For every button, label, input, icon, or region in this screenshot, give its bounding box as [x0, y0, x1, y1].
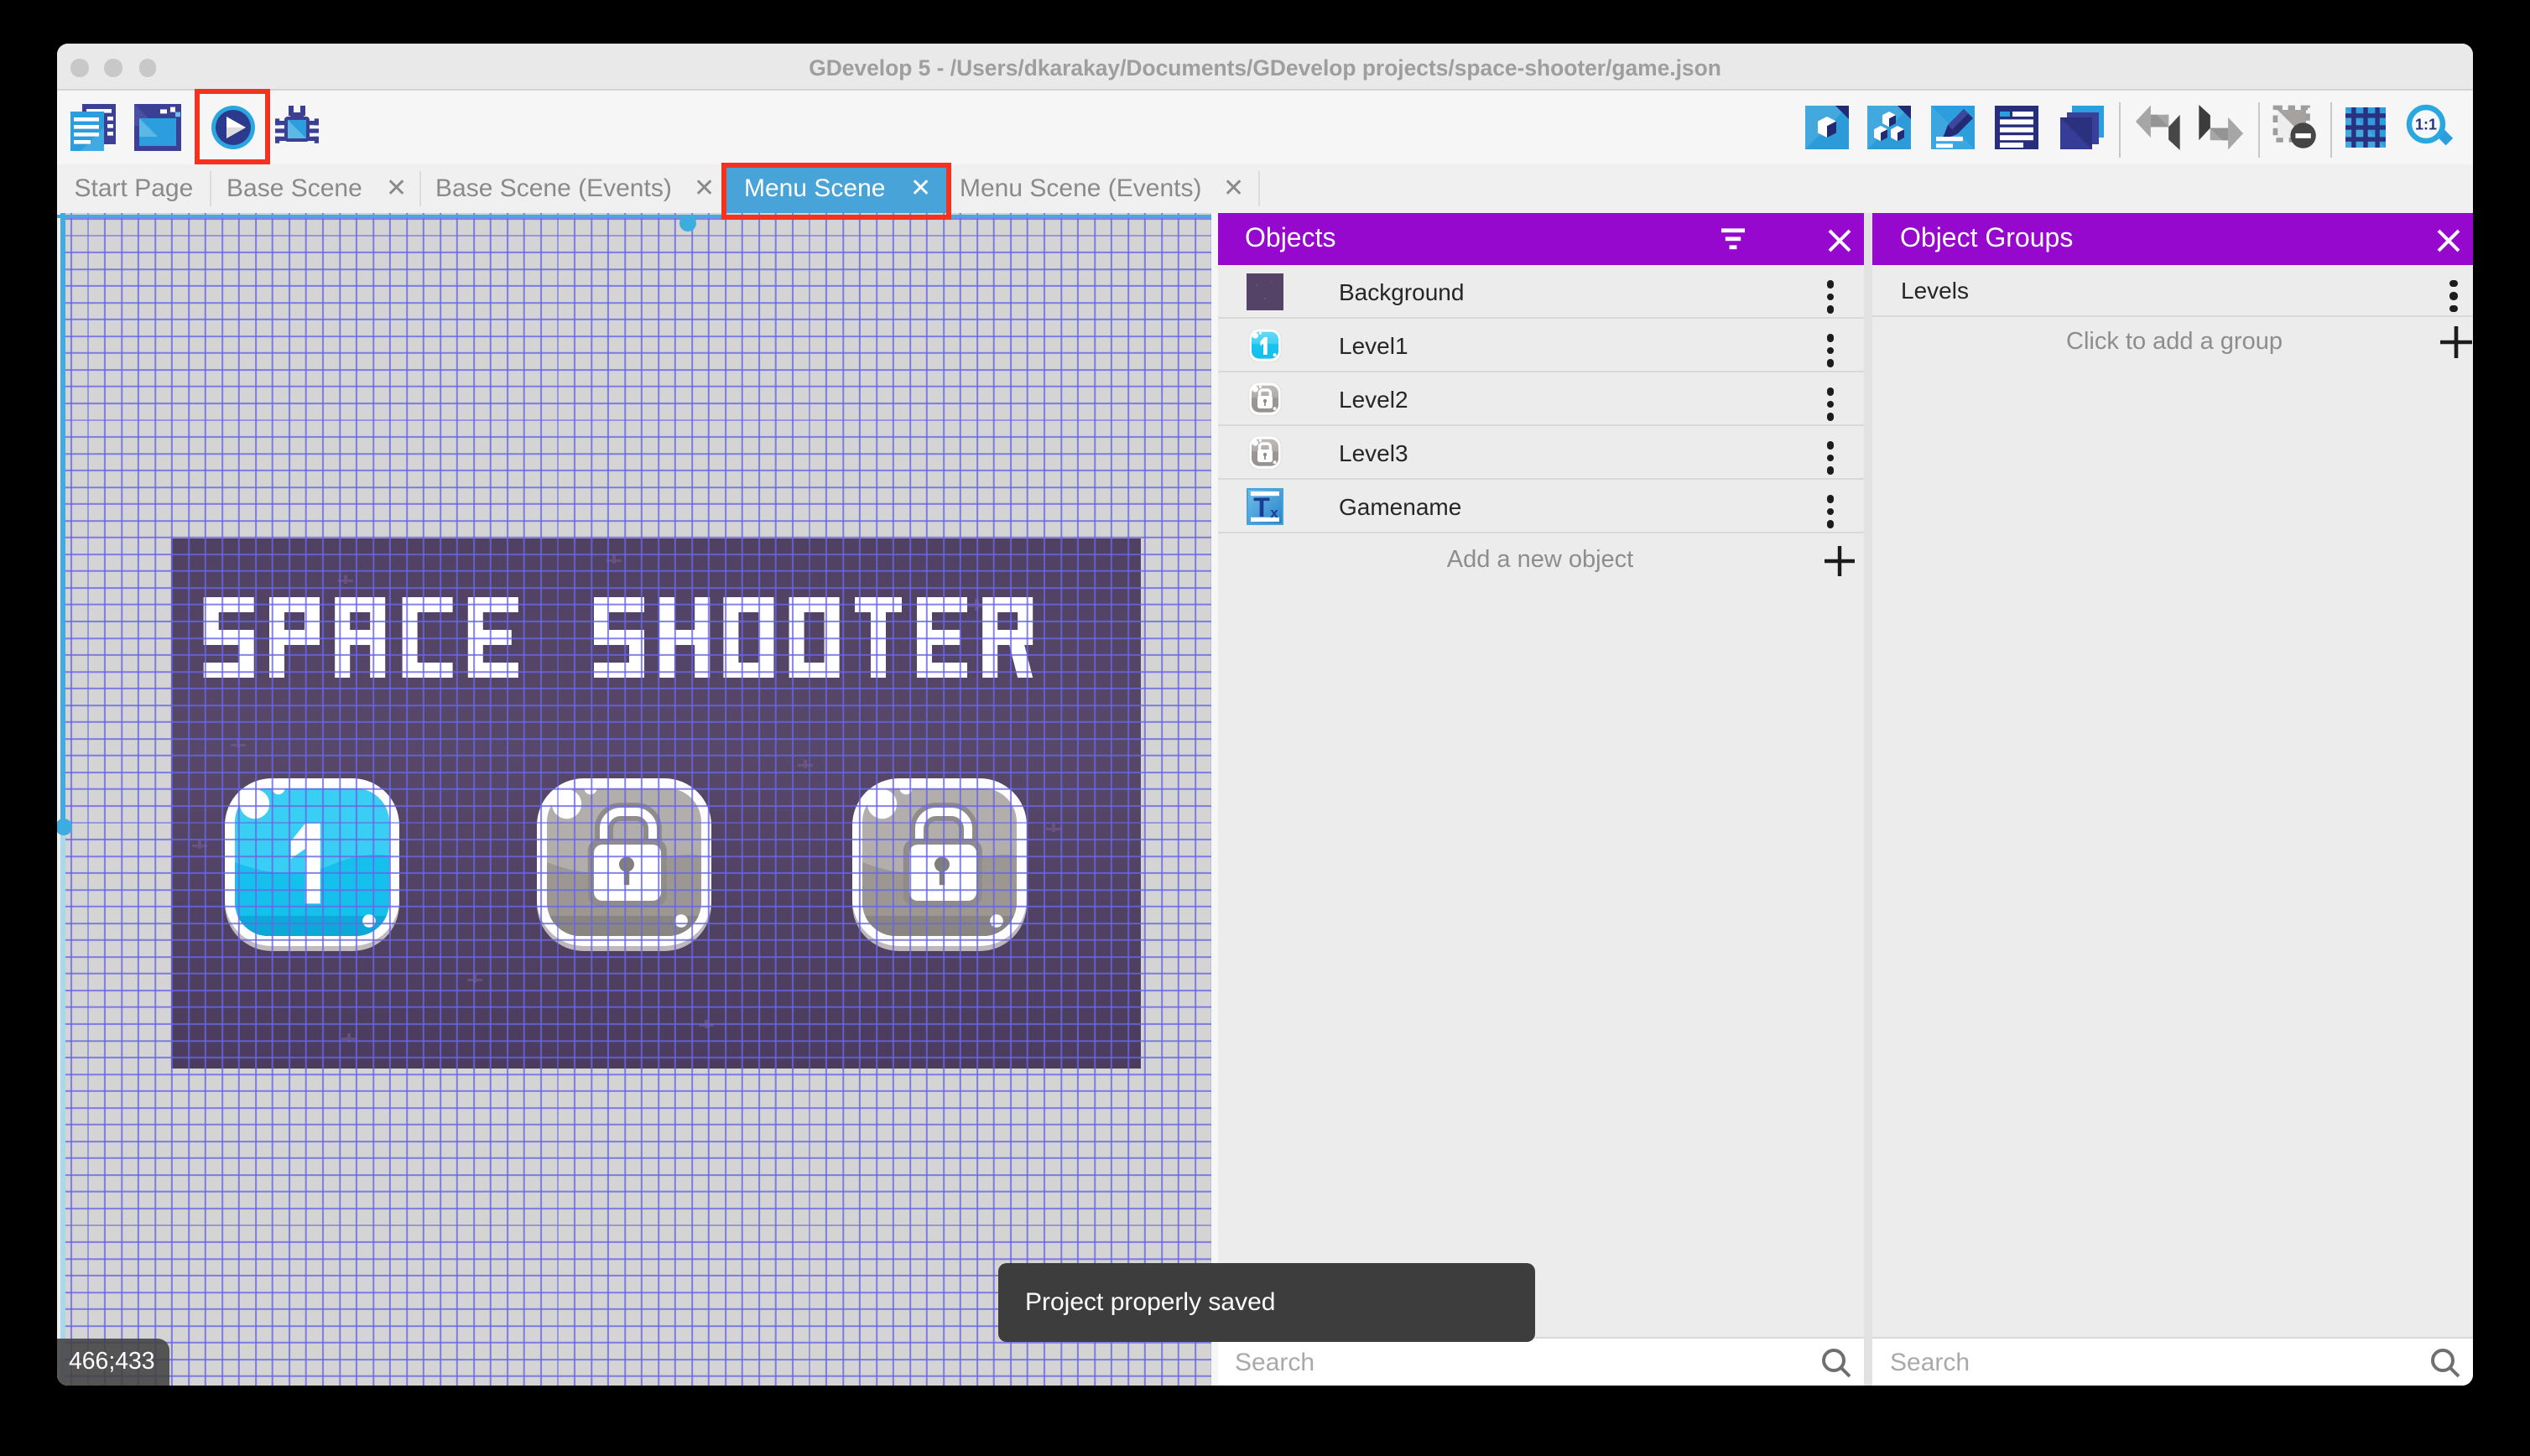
svg-text:T: T: [1253, 492, 1270, 523]
svg-text:x: x: [1270, 505, 1278, 521]
svg-text:1:1: 1:1: [2414, 115, 2436, 132]
